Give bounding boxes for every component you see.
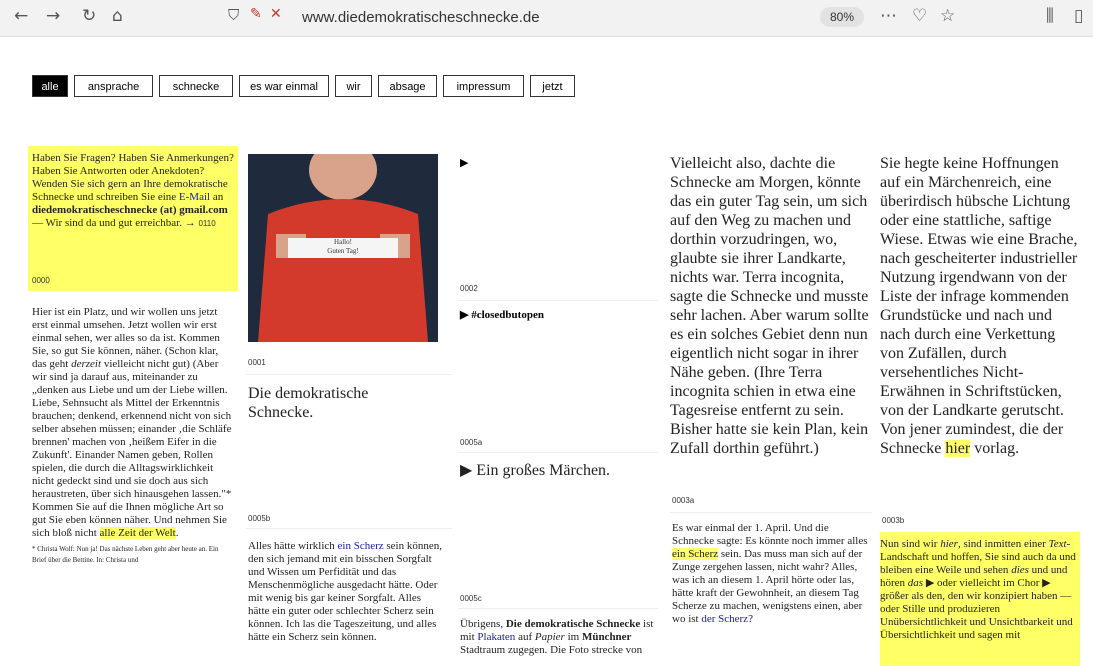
column-2: Hallo! Guten Tag! 0001 Die demokratische… (246, 146, 452, 666)
mic-off-icon[interactable]: ✕ (270, 6, 282, 22)
textland-box[interactable]: Nun sind wir hier, sind inmitten einer T… (880, 532, 1080, 666)
der-scherz-link[interactable]: der Scherz (701, 613, 748, 625)
footnote: * Christa Wolf: Nun ja! Das nächste Lebe… (32, 545, 219, 564)
camera-off-icon[interactable]: ✎ (250, 6, 262, 22)
ref-link[interactable]: 0110 (198, 219, 215, 228)
item-id: 0003b (882, 516, 905, 525)
story-text: Vielleicht also, dachte die Schnecke am … (670, 155, 869, 457)
sign-text-guten-tag: Guten Tag! (327, 247, 359, 255)
reload-icon[interactable]: ↻ (82, 6, 96, 26)
menu-dots-icon[interactable]: ⋯ (880, 6, 897, 26)
item-id: 0005a (460, 438, 483, 447)
scherz-link[interactable]: ein Scherz (338, 540, 384, 552)
closedbutopen-link[interactable]: ▶ #closedbutopen (460, 308, 544, 321)
menu-item-wir[interactable]: wir (335, 75, 372, 97)
divider (670, 512, 872, 513)
expand-arrow[interactable]: ▶ (460, 156, 468, 169)
menu-item-alle[interactable]: alle (32, 75, 68, 97)
divider (246, 374, 452, 375)
item-id: 0003a (672, 496, 695, 505)
menu-item-jetzt[interactable]: jetzt (530, 75, 575, 97)
sidebar-icon[interactable]: ▯ (1074, 6, 1083, 26)
url-bar[interactable]: ⛉ ✎ ✕ www.diedemokratischeschnecke.de (228, 5, 830, 31)
menu-item-schnecke[interactable]: schnecke (159, 75, 233, 97)
item-id: 0005c (460, 594, 482, 603)
sign-text-hallo: Hallo! (334, 238, 352, 246)
bookmark-star-icon[interactable]: ☆ (940, 6, 955, 26)
column-4: Vielleicht also, dachte die Schnecke am … (670, 146, 872, 666)
divider (458, 608, 658, 609)
item-id: 0001 (248, 358, 266, 367)
shield-icon[interactable]: ⛉ (228, 6, 239, 24)
home-icon[interactable]: ⌂ (112, 6, 123, 26)
item-id: 0000 (32, 276, 50, 285)
maerchen-link[interactable]: ▶ Ein großes Märchen. (460, 460, 610, 480)
email-link[interactable]: E-Mail (179, 191, 210, 203)
column-5: Sie hegte keine Hoffnungen auf ein Märch… (880, 146, 1080, 666)
zoom-indicator[interactable]: 80% (820, 7, 864, 27)
divider (458, 300, 658, 301)
plakat-text: Übrigens, Die demokratische Schnecke ist… (460, 618, 654, 656)
forward-icon[interactable]: → (46, 6, 60, 26)
person-photo[interactable]: Hallo! Guten Tag! (248, 154, 438, 342)
pocket-icon[interactable]: ♡ (912, 6, 927, 26)
contact-box[interactable]: Haben Sie Fragen? Haben Sie Anmerkungen?… (28, 146, 238, 291)
library-icon[interactable]: ⫼ (1046, 6, 1054, 26)
divider (246, 528, 452, 529)
intro-text: Hier ist ein Platz, und wir wollen uns j… (32, 306, 232, 564)
divider (458, 452, 658, 453)
april-text: Es war einmal der 1. April. Und die Schn… (672, 522, 868, 625)
menu-item-es-war-einmal[interactable]: es war einmal (239, 75, 329, 97)
column-1: Haben Sie Fragen? Haben Sie Anmerkungen?… (28, 146, 238, 666)
menu-item-absage[interactable]: absage (378, 75, 437, 97)
url-text: www.diedemokratischeschnecke.de (302, 9, 540, 26)
email-address: diedemokratischeschnecke (at) gmail.com (32, 204, 228, 216)
back-icon[interactable]: ← (14, 6, 28, 26)
item-id: 0005b (248, 514, 271, 523)
item-id: 0002 (460, 284, 478, 293)
menu-item-ansprache[interactable]: ansprache (74, 75, 153, 97)
scherz-text: Alles hätte wirklich ein Scherz sein kön… (248, 540, 442, 643)
browser-toolbar: ← → ↻ ⌂ ⛉ ✎ ✕ www.diedemokratischeschnec… (0, 0, 1093, 37)
column-3: ▶ 0002 ▶ #closedbutopen 0005a ▶ Ein groß… (458, 146, 658, 666)
section-title[interactable]: Die demokratische Schnecke. (248, 384, 428, 422)
story-text-2: Sie hegte keine Hoffnungen auf ein Märch… (880, 155, 1078, 457)
menu-item-impressum[interactable]: impressum (443, 75, 524, 97)
plakat-link[interactable]: Plakaten (477, 631, 515, 643)
